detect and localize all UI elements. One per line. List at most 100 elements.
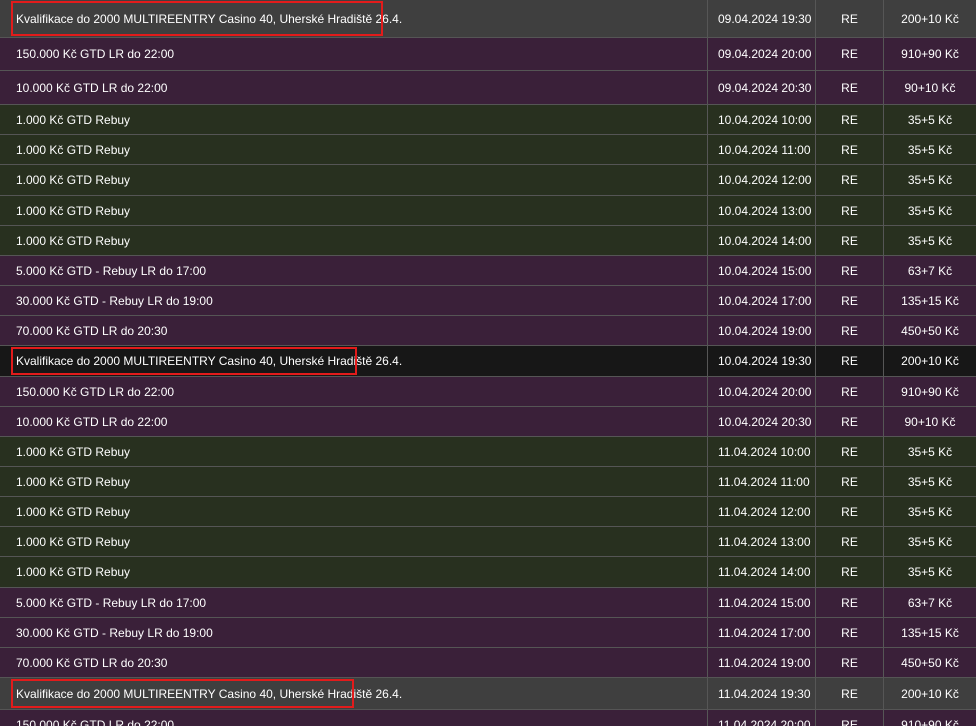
tournament-name-cell: 30.000 Kč GTD - Rebuy LR do 19:00 — [0, 618, 708, 647]
tournament-buyin-cell: 35+5 Kč — [907, 534, 953, 549]
tournament-schedule-table: Kvalifikace do 2000 MULTIREENTRY Casino … — [0, 0, 976, 726]
tournament-name-cell: 1.000 Kč GTD Rebuy — [0, 497, 708, 526]
tournament-buyin-cell: 90+10 Kč — [904, 80, 956, 95]
tournament-datetime-cell: 11.04.2024 19:00 — [708, 648, 816, 677]
tournament-datetime-cell: 11.04.2024 13:00 — [708, 527, 816, 556]
tournament-name-cell: Kvalifikace do 2000 MULTIREENTRY Casino … — [0, 0, 708, 37]
tournament-buyin-cell: 910+90 Kč — [901, 717, 959, 726]
tournament-type-cell: RE — [816, 196, 884, 225]
tournament-datetime-cell: 11.04.2024 12:00 — [708, 497, 816, 526]
tournament-type-cell: RE — [816, 648, 884, 677]
tournament-type-cell: RE — [816, 710, 884, 726]
tournament-buyin-cell: 35+5 Kč — [907, 112, 953, 127]
tournament-type-cell: RE — [816, 527, 884, 556]
tournament-name-cell: 70.000 Kč GTD LR do 20:30 — [0, 316, 708, 345]
tournament-datetime-cell: 10.04.2024 13:00 — [708, 196, 816, 225]
table-row[interactable]: 30.000 Kč GTD - Rebuy LR do 19:00 10.04.2… — [0, 286, 976, 316]
table-row[interactable]: 30.000 Kč GTD - Rebuy LR do 19:00 11.04.2… — [0, 618, 976, 648]
tournament-name-cell: 1.000 Kč GTD Rebuy — [0, 105, 708, 134]
table-row[interactable]: 150.000 Kč GTD LR do 22:00 10.04.2024 20:… — [0, 377, 976, 407]
tournament-name-cell: 1.000 Kč GTD Rebuy — [0, 437, 708, 466]
tournament-name-cell: 1.000 Kč GTD Rebuy — [0, 226, 708, 255]
table-row[interactable]: 70.000 Kč GTD LR do 20:30 11.04.2024 19:0… — [0, 648, 976, 678]
tournament-buyin-cell: 200+10 Kč — [901, 354, 959, 368]
tournament-datetime-cell: 10.04.2024 10:00 — [708, 105, 816, 134]
tournament-buyin-cell: 910+90 Kč — [901, 384, 959, 399]
table-row[interactable]: Kvalifikace do 2000 MULTIREENTRY Casino … — [0, 346, 976, 377]
tournament-datetime-cell: 11.04.2024 10:00 — [708, 437, 816, 466]
tournament-datetime-cell: 11.04.2024 14:00 — [708, 557, 816, 587]
table-row[interactable]: 1.000 Kč GTD Rebuy 11.04.2024 13:00 RE 35+5… — [0, 527, 976, 557]
table-row[interactable]: Kvalifikace do 2000 MULTIREENTRY Casino … — [0, 678, 976, 710]
tournament-type-cell: RE — [816, 557, 884, 587]
tournament-buyin-cell: 135+15 Kč — [901, 625, 959, 640]
tournament-name-cell: 150.000 Kč GTD LR do 22:00 — [0, 377, 708, 406]
tournament-name-cell: 1.000 Kč GTD Rebuy — [0, 557, 708, 587]
table-row[interactable]: 1.000 Kč GTD Rebuy 10.04.2024 14:00 RE 35+5… — [0, 226, 976, 256]
tournament-type-cell: RE — [816, 105, 884, 134]
tournament-datetime-cell: 10.04.2024 17:00 — [708, 286, 816, 315]
tournament-buyin-cell: 35+5 Kč — [907, 444, 953, 459]
table-row[interactable]: 1.000 Kč GTD Rebuy 11.04.2024 11:00 RE 35+5… — [0, 467, 976, 497]
tournament-type-cell: RE — [816, 618, 884, 647]
tournament-type-cell: RE — [816, 165, 884, 195]
table-row[interactable]: 10.000 Kč GTD LR do 22:00 10.04.2024 20:3… — [0, 407, 976, 437]
tournament-type-cell: RE — [816, 437, 884, 466]
table-row[interactable]: 150.000 Kč GTD LR do 22:00 09.04.2024 20:… — [0, 38, 976, 71]
tournament-buyin-cell: 35+5 Kč — [907, 203, 953, 218]
tournament-name-cell: 10.000 Kč GTD LR do 22:00 — [0, 407, 708, 436]
tournament-datetime-cell: 11.04.2024 19:30 — [708, 678, 816, 709]
table-row[interactable]: 70.000 Kč GTD LR do 20:30 10.04.2024 19:0… — [0, 316, 976, 346]
tournament-type-cell: RE — [816, 135, 884, 164]
table-row[interactable]: 1.000 Kč GTD Rebuy 10.04.2024 12:00 RE 35+5… — [0, 165, 976, 196]
tournament-name-cell: 5.000 Kč GTD - Rebuy LR do 17:00 — [0, 256, 708, 285]
tournament-buyin-cell: 35+5 Kč — [907, 565, 953, 579]
table-row[interactable]: 1.000 Kč GTD Rebuy 11.04.2024 12:00 RE 35+5… — [0, 497, 976, 527]
tournament-type-cell: RE — [816, 38, 884, 70]
tournament-buyin-cell: 35+5 Kč — [907, 142, 953, 157]
tournament-datetime-cell: 10.04.2024 14:00 — [708, 226, 816, 255]
tournament-datetime-cell: 11.04.2024 15:00 — [708, 588, 816, 617]
tournament-datetime-cell: 10.04.2024 11:00 — [708, 135, 816, 164]
tournament-type-cell: RE — [816, 316, 884, 345]
tournament-type-cell: RE — [816, 678, 884, 709]
tournament-type-cell: RE — [816, 71, 884, 104]
tournament-type-cell: RE — [816, 346, 884, 376]
tournament-datetime-cell: 10.04.2024 20:00 — [708, 377, 816, 406]
tournament-buyin-cell: 35+5 Kč — [907, 233, 953, 248]
tournament-datetime-cell: 11.04.2024 17:00 — [708, 618, 816, 647]
tournament-name-cell: 1.000 Kč GTD Rebuy — [0, 165, 708, 195]
table-row[interactable]: 5.000 Kč GTD - Rebuy LR do 17:00 10.04.20… — [0, 256, 976, 286]
tournament-datetime-cell: 10.04.2024 20:30 — [708, 407, 816, 436]
table-row[interactable]: 150.000 Kč GTD LR do 22:00 11.04.2024 20:… — [0, 710, 976, 726]
tournament-name-cell: 10.000 Kč GTD LR do 22:00 — [0, 71, 708, 104]
highlight-box — [11, 679, 354, 708]
tournament-name-cell: 150.000 Kč GTD LR do 22:00 — [0, 710, 708, 726]
table-row[interactable]: 10.000 Kč GTD LR do 22:00 09.04.2024 20:3… — [0, 71, 976, 105]
table-row[interactable]: 1.000 Kč GTD Rebuy 10.04.2024 11:00 RE 35+5… — [0, 135, 976, 165]
tournament-name-cell: 5.000 Kč GTD - Rebuy LR do 17:00 — [0, 588, 708, 617]
tournament-datetime-cell: 10.04.2024 15:00 — [708, 256, 816, 285]
tournament-type-cell: RE — [816, 226, 884, 255]
tournament-datetime-cell: 09.04.2024 19:30 — [708, 0, 816, 37]
tournament-type-cell: RE — [816, 286, 884, 315]
tournament-buyin-cell: 35+5 Kč — [907, 504, 953, 519]
tournament-buyin-cell: 450+50 Kč — [901, 323, 959, 338]
tournament-type-cell: RE — [816, 588, 884, 617]
table-row[interactable]: Kvalifikace do 2000 MULTIREENTRY Casino … — [0, 0, 976, 38]
table-row[interactable]: 1.000 Kč GTD Rebuy 11.04.2024 10:00 RE 35+5… — [0, 437, 976, 467]
tournament-datetime-cell: 09.04.2024 20:30 — [708, 71, 816, 104]
table-row[interactable]: 1.000 Kč GTD Rebuy 10.04.2024 10:00 RE 35+5… — [0, 105, 976, 135]
tournament-datetime-cell: 11.04.2024 11:00 — [708, 467, 816, 496]
tournament-datetime-cell: 09.04.2024 20:00 — [708, 38, 816, 70]
tournament-buyin-cell: 90+10 Kč — [904, 414, 956, 429]
tournament-name-cell: Kvalifikace do 2000 MULTIREENTRY Casino … — [0, 346, 708, 376]
tournament-type-cell: RE — [816, 497, 884, 526]
tournament-type-cell: RE — [816, 256, 884, 285]
table-row[interactable]: 1.000 Kč GTD Rebuy 10.04.2024 13:00 RE 35+5… — [0, 196, 976, 226]
table-row[interactable]: 1.000 Kč GTD Rebuy 11.04.2024 14:00 RE 35+5… — [0, 557, 976, 588]
table-row[interactable]: 5.000 Kč GTD - Rebuy LR do 17:00 11.04.20… — [0, 588, 976, 618]
tournament-name-cell: 30.000 Kč GTD - Rebuy LR do 19:00 — [0, 286, 708, 315]
highlight-box — [11, 1, 383, 36]
tournament-datetime-cell: 10.04.2024 12:00 — [708, 165, 816, 195]
